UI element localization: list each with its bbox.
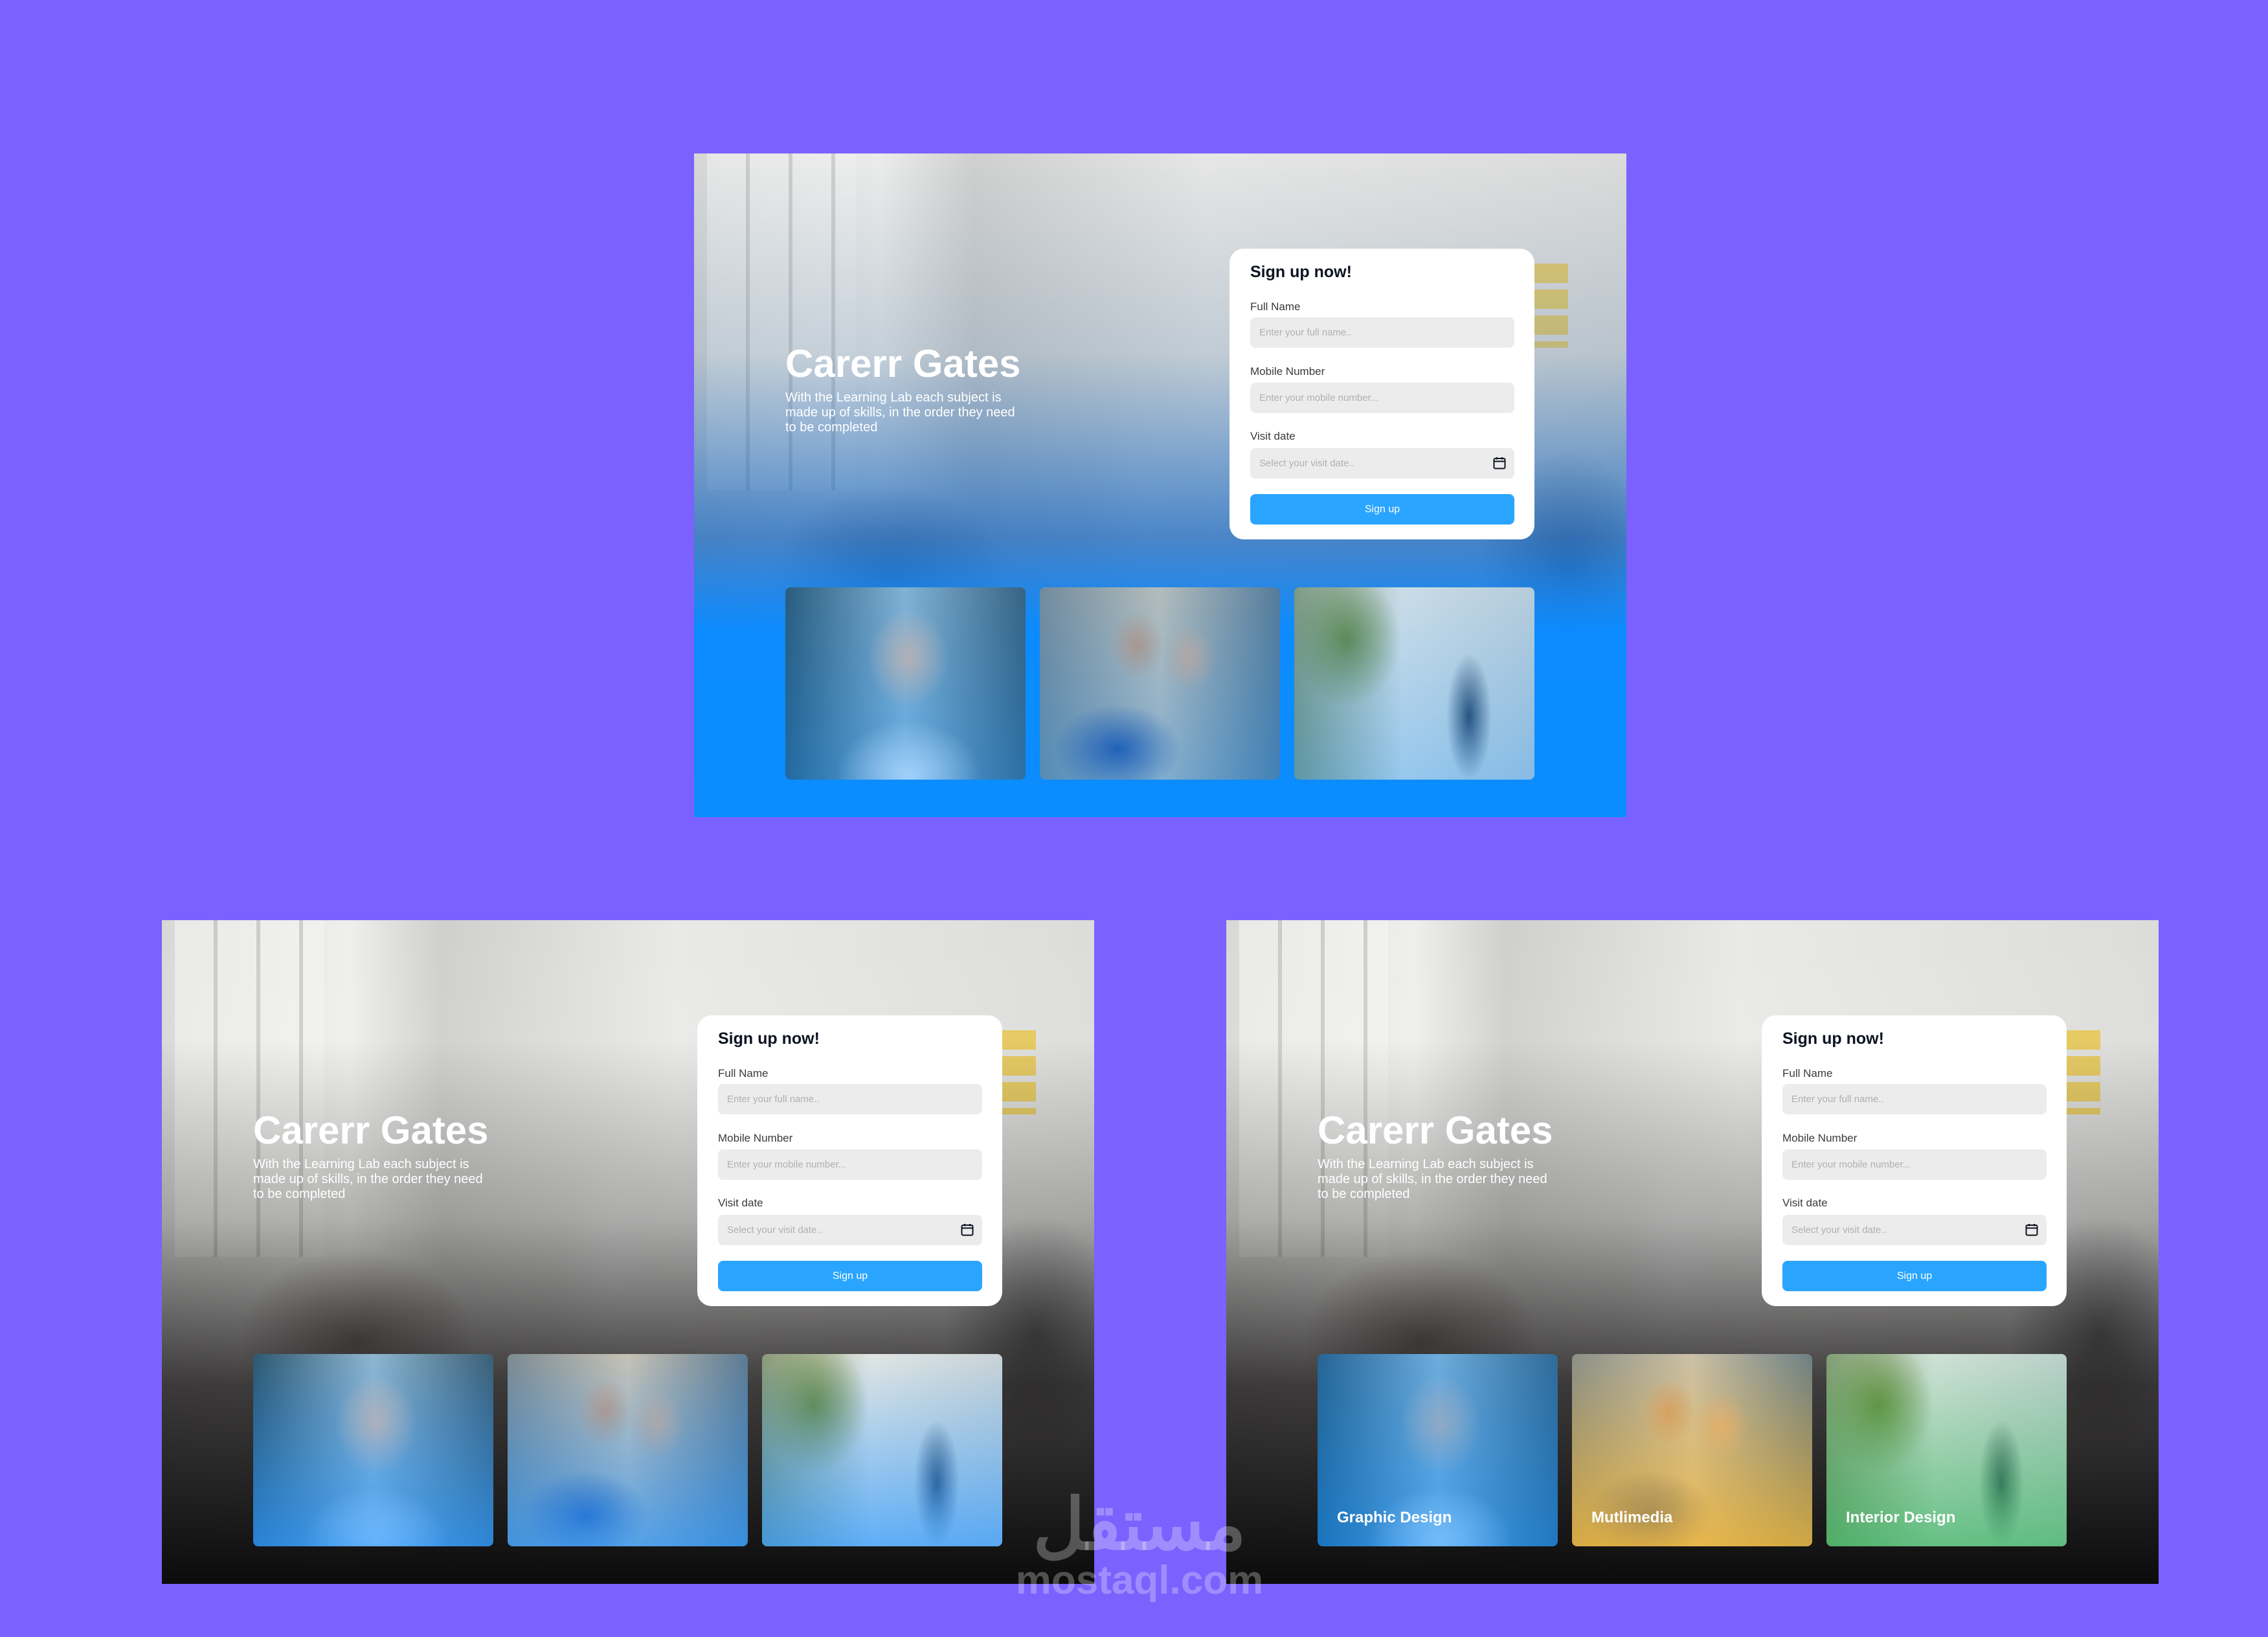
- full-name-input[interactable]: Enter your full name..: [718, 1084, 982, 1114]
- mobile-number-placeholder: Enter your mobile number...: [1791, 1159, 1911, 1170]
- visit-date-label: Visit date: [1782, 1197, 1828, 1209]
- landing-mockup-3: Carerr Gates With the Learning Lab each …: [1226, 920, 2159, 1584]
- sign-up-button[interactable]: Sign up: [718, 1261, 982, 1291]
- sign-up-button[interactable]: Sign up: [1782, 1261, 2047, 1291]
- category-card[interactable]: Mutlimedia: [1572, 1354, 1812, 1546]
- watermark-logo: مستقل mostaql.com: [997, 1489, 1282, 1601]
- signup-card: Sign up now! Full Name Enter your full n…: [1229, 249, 1534, 539]
- category-label: Mutlimedia: [1591, 1509, 1673, 1526]
- hero-title: Carerr Gates: [785, 342, 1021, 385]
- hero-subtitle: With the Learning Lab each subject is ma…: [785, 390, 1015, 435]
- category-card[interactable]: [1294, 587, 1534, 780]
- category-card[interactable]: Graphic Design: [1318, 1354, 1558, 1546]
- visit-date-placeholder: Select your visit date..: [727, 1225, 822, 1236]
- full-name-label: Full Name: [1250, 300, 1301, 313]
- visit-date-input[interactable]: Select your visit date..: [1782, 1215, 2047, 1245]
- category-tint: [1040, 587, 1280, 780]
- category-tint: [1294, 587, 1534, 780]
- category-tint: [253, 1354, 493, 1546]
- visit-date-label: Visit date: [718, 1197, 763, 1209]
- hero-subtitle: With the Learning Lab each subject is ma…: [253, 1157, 483, 1201]
- visit-date-input[interactable]: Select your visit date..: [1250, 448, 1514, 479]
- category-card[interactable]: [785, 587, 1026, 780]
- sign-up-button[interactable]: Sign up: [1250, 494, 1514, 525]
- hero-subtitle: With the Learning Lab each subject is ma…: [1318, 1157, 1547, 1201]
- category-tint: [762, 1354, 1002, 1546]
- full-name-label: Full Name: [718, 1067, 769, 1079]
- category-tint: [508, 1354, 748, 1546]
- watermark-latin: mostaql.com: [1015, 1558, 1264, 1603]
- calendar-icon[interactable]: [2025, 1223, 2038, 1236]
- category-card[interactable]: [253, 1354, 493, 1546]
- signup-card: Sign up now! Full Name Enter your full n…: [1762, 1015, 2067, 1306]
- category-label: Interior Design: [1846, 1509, 1956, 1526]
- full-name-placeholder: Enter your full name..: [1259, 327, 1352, 338]
- category-card[interactable]: [508, 1354, 748, 1546]
- calendar-icon[interactable]: [1493, 457, 1506, 469]
- category-card[interactable]: Interior Design: [1826, 1354, 2067, 1546]
- calendar-icon[interactable]: [961, 1223, 974, 1236]
- watermark-arabic: مستقل: [1033, 1485, 1246, 1564]
- full-name-placeholder: Enter your full name..: [1791, 1094, 1884, 1105]
- hero-title: Carerr Gates: [253, 1109, 489, 1152]
- mobile-number-label: Mobile Number: [718, 1132, 793, 1144]
- category-card[interactable]: [1040, 587, 1280, 780]
- mobile-number-input[interactable]: Enter your mobile number...: [1782, 1149, 2047, 1180]
- mobile-number-input[interactable]: Enter your mobile number...: [718, 1149, 982, 1180]
- mobile-number-input[interactable]: Enter your mobile number...: [1250, 383, 1514, 413]
- visit-date-label: Visit date: [1250, 430, 1296, 442]
- full-name-input[interactable]: Enter your full name..: [1250, 317, 1514, 348]
- landing-mockup-1: Carerr Gates With the Learning Lab each …: [694, 153, 1626, 817]
- mobile-number-label: Mobile Number: [1250, 365, 1325, 378]
- landing-mockup-2: Carerr Gates With the Learning Lab each …: [162, 920, 1094, 1584]
- hero-title: Carerr Gates: [1318, 1109, 1553, 1152]
- full-name-label: Full Name: [1782, 1067, 1833, 1079]
- mobile-number-placeholder: Enter your mobile number...: [1259, 392, 1379, 403]
- category-label: Graphic Design: [1337, 1509, 1452, 1526]
- signup-card: Sign up now! Full Name Enter your full n…: [697, 1015, 1002, 1306]
- mobile-number-placeholder: Enter your mobile number...: [727, 1159, 847, 1170]
- mobile-number-label: Mobile Number: [1782, 1132, 1858, 1144]
- category-card[interactable]: [762, 1354, 1002, 1546]
- category-tint: [785, 587, 1026, 780]
- visit-date-input[interactable]: Select your visit date..: [718, 1215, 982, 1245]
- visit-date-placeholder: Select your visit date..: [1259, 458, 1354, 469]
- signup-title: Sign up now!: [1782, 1030, 1884, 1048]
- full-name-input[interactable]: Enter your full name..: [1782, 1084, 2047, 1114]
- full-name-placeholder: Enter your full name..: [727, 1094, 820, 1105]
- signup-title: Sign up now!: [1250, 263, 1352, 281]
- visit-date-placeholder: Select your visit date..: [1791, 1225, 1887, 1236]
- signup-title: Sign up now!: [718, 1030, 820, 1048]
